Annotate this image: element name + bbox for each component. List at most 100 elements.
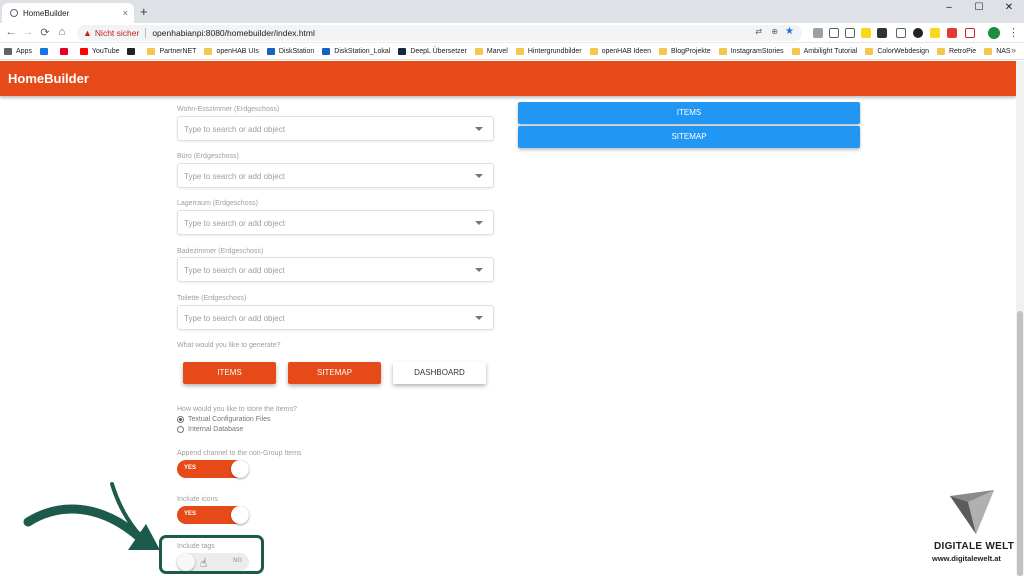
dropdown-caret-icon[interactable] [475,316,483,320]
storage-option-textual[interactable]: Textual Configuration Files [177,416,271,423]
toggle-knob[interactable] [231,506,249,524]
extension-icon[interactable] [877,28,887,38]
bookmark-item[interactable] [59,47,72,55]
room-object-select[interactable]: Type to search or add object [177,257,494,282]
bookmark-item[interactable]: InstagramStories [718,47,784,55]
bookmark-label: Apps [16,47,32,55]
new-tab-button[interactable]: + [140,4,148,19]
scrollbar-thumb[interactable] [1017,311,1023,576]
bookmark-item[interactable]: RetroPie [936,47,977,55]
maximize-button[interactable]: ☐ [964,0,994,20]
bookmark-label: DeepL Übersetzer [410,47,467,55]
forward-button[interactable]: → [21,26,35,38]
room-object-select[interactable]: Type to search or add object [177,210,494,235]
profile-avatar[interactable] [988,27,1000,39]
reload-button[interactable]: ⟳ [38,26,52,39]
bookmark-item[interactable]: PartnerNET [147,47,197,55]
bookmark-label: PartnerNET [159,47,197,55]
extension-icon[interactable] [896,28,906,38]
bookmark-icon [984,47,993,55]
append-channel-toggle[interactable]: YES [177,460,249,478]
dropdown-caret-icon[interactable] [475,268,483,272]
extension-icon[interactable] [813,28,823,38]
bookmark-item[interactable]: openHAB UIs [204,47,259,55]
dropdown-caret-icon[interactable] [475,127,483,131]
bookmark-icon [204,47,213,55]
generate-dashboard-button[interactable]: DASHBOARD [393,362,486,384]
bookmark-item[interactable]: YouTube [79,47,120,55]
bookmark-label: ColorWebdesign [877,47,929,55]
watermark-url: www.digitalewelt.at [932,554,1001,563]
bookmark-item[interactable]: openHAB Ideen [589,47,652,55]
bookmark-item[interactable]: DiskStation [266,47,314,55]
page-scrollbar[interactable] [1016,61,1024,576]
extension-icon[interactable] [845,28,855,38]
generate-sitemap-button[interactable]: SITEMAP [288,362,381,384]
select-placeholder: Type to search or add object [184,219,285,228]
bookmark-item[interactable]: Apps [4,47,32,55]
bookmark-item[interactable]: NAS [984,47,1011,55]
zoom-icon[interactable]: ⊕ [771,27,778,36]
tab-title: HomeBuilder [23,8,70,18]
minimize-button[interactable]: – [934,0,964,20]
append-channel-label: Append channel to the non-Group Items [177,450,302,457]
address-bar[interactable]: ▲ Nicht sicher openhabianpi:8080/homebui… [77,25,802,41]
room-object-select[interactable]: Type to search or add object [177,305,494,330]
room-label: Wohn-Esszimmer (Erdgeschoss) [177,106,280,113]
bookmark-item[interactable]: BlogProjekte [659,47,711,55]
menu-icon[interactable]: ⋮ [1008,26,1019,39]
bookmark-item[interactable]: Marvel [474,47,508,55]
room-object-select[interactable]: Type to search or add object [177,116,494,141]
bookmark-icon [59,47,68,55]
extension-icon[interactable] [861,28,871,38]
bookmark-star-icon[interactable]: ★ [785,26,794,37]
url-text[interactable]: openhabianpi:8080/homebuilder/index.html [152,28,315,38]
bookmark-item[interactable]: Ambilight Tutorial [791,47,857,55]
home-button[interactable]: ⌂ [55,26,69,38]
include-icons-toggle[interactable]: YES [177,506,249,524]
storage-option-database[interactable]: Internal Database [177,426,243,433]
extension-icon[interactable] [965,28,975,38]
address-divider [145,28,147,38]
radio-checked-icon[interactable] [177,416,184,423]
bookmark-item[interactable]: DiskStation_Lokal [322,47,390,55]
radio-label: Internal Database [188,426,244,433]
bookmark-item[interactable]: Hintergrundbilder [515,47,582,55]
sitemap-tab-button[interactable]: SITEMAP [518,126,860,148]
bookmark-item[interactable] [39,47,52,55]
bookmark-icon [266,47,275,55]
dropdown-caret-icon[interactable] [475,221,483,225]
bookmark-icon [398,47,407,55]
toggle-knob[interactable] [231,460,249,478]
close-window-button[interactable]: ✕ [994,0,1024,20]
browser-tab-strip: HomeBuilder × + – ☐ ✕ [0,0,1024,23]
digitale-welt-logo [950,490,994,534]
extension-icon[interactable] [930,28,940,38]
shield-icon[interactable] [829,28,839,38]
bookmark-icon [515,47,524,55]
bookmarks-overflow-button[interactable]: » [1011,45,1016,55]
app-title: HomeBuilder [8,71,89,86]
bookmark-label: Marvel [486,47,508,55]
generate-items-button[interactable]: ITEMS [183,362,276,384]
bookmark-item[interactable] [127,47,139,55]
extension-icon[interactable] [947,28,957,38]
bookmark-label: RetroPie [948,47,977,55]
back-button[interactable]: ← [4,26,18,38]
bookmark-label: YouTube [91,47,120,55]
room-object-select[interactable]: Type to search or add object [177,163,494,188]
watermark-brand: DIGITALE WELT [934,541,1015,552]
tab-close-icon[interactable]: × [123,8,128,18]
items-tab-button[interactable]: ITEMS [518,102,860,124]
translate-icon[interactable]: ⇄ [755,27,762,36]
bookmark-item[interactable]: ColorWebdesign [865,47,929,55]
extension-icon[interactable] [913,28,923,38]
browser-tab[interactable]: HomeBuilder × [2,3,134,23]
not-secure-label[interactable]: Nicht sicher [95,28,139,38]
dropdown-caret-icon[interactable] [475,174,483,178]
bookmarks-bar: Apps YouTube PartnerNET openHAB UIs DiskStat… [0,43,1024,60]
bookmark-item[interactable]: DeepL Übersetzer [398,47,467,55]
bookmark-label: openHAB Ideen [601,47,652,55]
room-label: Lagerraum (Erdgeschoss) [177,200,258,207]
radio-unchecked-icon[interactable] [177,426,184,433]
